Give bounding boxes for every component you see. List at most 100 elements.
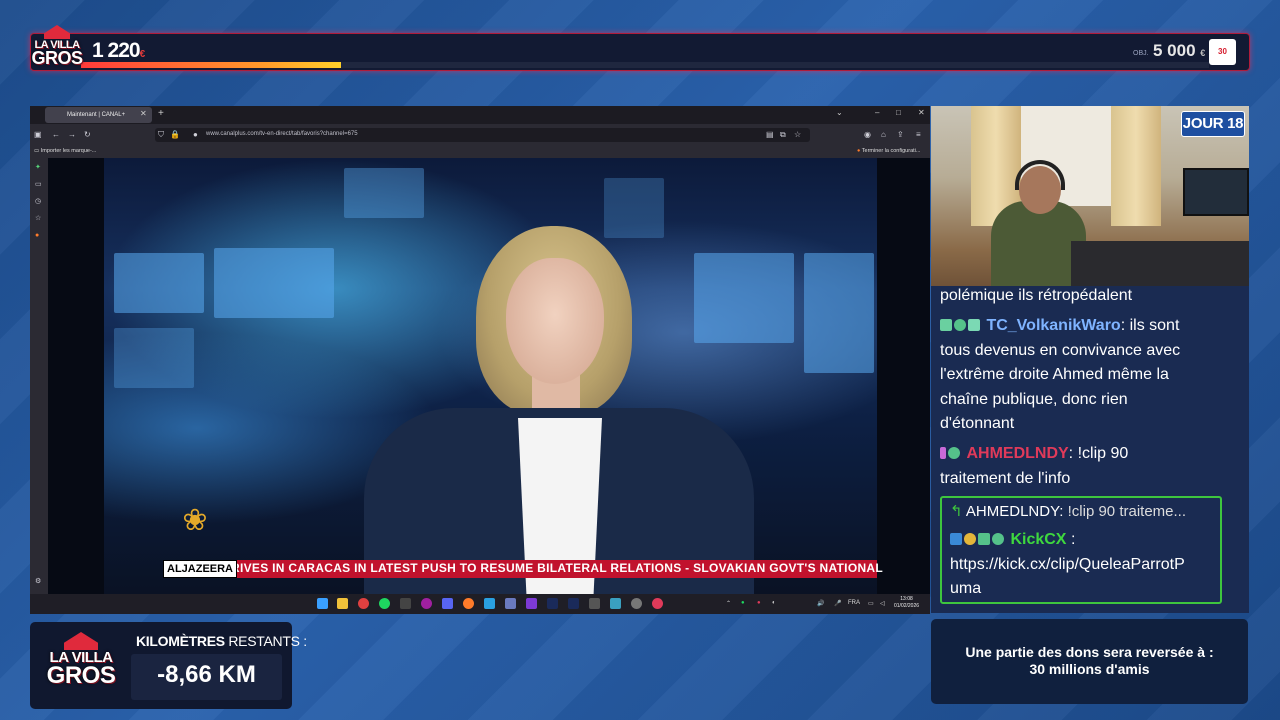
import-icon: ▭ bbox=[34, 148, 40, 154]
settings-icon[interactable] bbox=[631, 598, 642, 609]
back-icon[interactable]: ← bbox=[52, 130, 60, 139]
tab-close-icon[interactable]: ✕ bbox=[140, 109, 147, 118]
shield-icon[interactable]: ⛉ bbox=[158, 130, 164, 140]
url-text[interactable]: www.canalplus.com/tv-en-direct/tab/favor… bbox=[206, 131, 358, 137]
app-icon[interactable] bbox=[400, 598, 411, 609]
chat-line: polémique ils rétropédalent bbox=[940, 287, 1133, 304]
donation-text: Une partie des dons sera reversée à :30 … bbox=[965, 644, 1214, 677]
discord-icon[interactable] bbox=[442, 598, 453, 609]
house-icon bbox=[44, 25, 70, 39]
close-window-button[interactable]: ✕ bbox=[918, 108, 925, 117]
extensions-icon[interactable]: ⌂ bbox=[881, 130, 886, 139]
maps-icon[interactable] bbox=[652, 598, 663, 609]
gift-badge-icon bbox=[968, 319, 980, 331]
share-icon[interactable]: ⇪ bbox=[897, 130, 904, 139]
tray-pin-icon[interactable]: ● bbox=[757, 600, 761, 606]
tab-canalplus[interactable]: Maintenant | CANAL+ bbox=[45, 107, 152, 123]
spotify-icon[interactable] bbox=[379, 598, 390, 609]
firefox-taskbar-icon[interactable] bbox=[463, 598, 474, 609]
bookmark-import[interactable]: ▭ Importer les marque-... bbox=[34, 148, 96, 154]
account-icon[interactable]: ◉ bbox=[864, 130, 871, 139]
browser-icon[interactable] bbox=[484, 598, 495, 609]
villa-logo: LA VILLA GROS bbox=[46, 632, 116, 688]
bookmark-setup[interactable]: ● Terminer la configurati... bbox=[857, 148, 920, 154]
clip-link[interactable]: https://kick.cx/clip/QueleaParrotP bbox=[950, 552, 1185, 577]
clip-link-cont[interactable]: uma bbox=[950, 576, 981, 601]
tab-list-icon[interactable]: ⌄ bbox=[836, 108, 843, 117]
chat-message: TC_VolkanikWaro: ils sont bbox=[940, 313, 1179, 338]
tray-chevron-icon[interactable]: ⌃ bbox=[726, 600, 731, 607]
verified-badge-icon bbox=[948, 447, 960, 459]
chat-line: traitement de l'info bbox=[940, 470, 1071, 487]
menu-icon[interactable]: ≡ bbox=[916, 130, 921, 139]
chat-panel: polémique ils rétropédalent TC_VolkanikW… bbox=[931, 286, 1249, 613]
tray-steam-icon[interactable]: ◐ bbox=[772, 600, 776, 606]
new-tab-button[interactable]: + bbox=[158, 108, 164, 119]
chat-line: l'extrême droite Ahmed même la bbox=[940, 366, 1169, 383]
verified-badge-icon bbox=[954, 319, 966, 331]
donation-amount: 1 220€ bbox=[92, 39, 145, 62]
forward-icon[interactable]: → bbox=[68, 130, 76, 139]
tray-spotify-icon[interactable]: ● bbox=[741, 600, 745, 606]
bookmark-star-icon[interactable]: ☆ bbox=[794, 130, 801, 139]
chat-line: d'étonnant bbox=[940, 415, 1015, 432]
donation-progress-bar bbox=[30, 33, 1250, 71]
coin-badge-icon bbox=[964, 533, 976, 545]
synced-tabs-icon[interactable]: ▭ bbox=[35, 181, 43, 189]
windows-start-icon[interactable] bbox=[317, 598, 328, 609]
volume-icon[interactable]: 🔊 bbox=[817, 600, 824, 607]
extension-icon[interactable]: ● bbox=[35, 232, 43, 240]
photoshop-icon[interactable] bbox=[568, 598, 579, 609]
bot-badge-icon bbox=[978, 533, 990, 545]
reply-header: ↰ AHMEDLNDY: !clip 90 traiteme... bbox=[950, 503, 1187, 520]
chat-username[interactable]: TC_VolkanikWaro bbox=[986, 317, 1120, 334]
obs-icon[interactable] bbox=[421, 598, 432, 609]
site-favicon-icon: ● bbox=[193, 130, 198, 139]
video-player[interactable]: ❀ RIVES IN CARACAS IN LATEST PUSH TO RES… bbox=[48, 158, 930, 594]
verified-badge-icon bbox=[992, 533, 1004, 545]
bookmarks-icon[interactable]: ☆ bbox=[35, 215, 43, 223]
speaker-icon[interactable]: ◁ bbox=[880, 600, 885, 607]
app3-icon[interactable] bbox=[526, 598, 537, 609]
customize-icon[interactable]: ⚙ bbox=[35, 578, 43, 586]
maximize-button[interactable]: □ bbox=[896, 108, 901, 117]
reader-icon[interactable]: ▤ bbox=[766, 130, 774, 139]
firefox-icon: ● bbox=[857, 148, 861, 154]
house-icon bbox=[64, 632, 98, 650]
taskbar-clock[interactable]: 13:08 01/02/2026 bbox=[894, 596, 919, 610]
villa-logo: LA VILLA GROS bbox=[30, 25, 84, 68]
sidebar-toggle-icon[interactable]: ▣ bbox=[34, 130, 42, 139]
goal-amount: 5 000 € bbox=[1153, 41, 1206, 60]
chat-line: tous devenus en convivance avec bbox=[940, 342, 1181, 359]
app5-icon[interactable] bbox=[610, 598, 621, 609]
premiere-icon[interactable] bbox=[547, 598, 558, 609]
tab-bar bbox=[30, 106, 930, 124]
minimize-button[interactable]: – bbox=[875, 108, 879, 117]
chat-line: chaîne publique, donc rien bbox=[940, 391, 1128, 408]
partner-badge-icon: 30 bbox=[1209, 39, 1236, 65]
chat-username[interactable]: KickCX bbox=[1010, 531, 1066, 548]
goal-label: OBJ. bbox=[1133, 50, 1149, 57]
app2-icon[interactable] bbox=[505, 598, 516, 609]
ai-sparkle-icon[interactable]: ✦ bbox=[35, 164, 43, 172]
km-value: -8,66 KM bbox=[157, 661, 256, 688]
mic-icon[interactable]: 🎤 bbox=[834, 600, 841, 607]
file-explorer-icon[interactable] bbox=[337, 598, 348, 609]
chat-username[interactable]: AHMEDLNDY bbox=[966, 445, 1068, 462]
network-icon[interactable]: ▭ bbox=[868, 600, 874, 607]
app4-icon[interactable] bbox=[589, 598, 600, 609]
windows-taskbar bbox=[30, 594, 930, 614]
lock-icon: 🔒 bbox=[170, 130, 180, 139]
ticker-text: RIVES IN CARACAS IN LATEST PUSH TO RESUM… bbox=[231, 561, 884, 575]
reload-icon[interactable]: ↻ bbox=[84, 130, 91, 139]
highlighted-message: ↰ AHMEDLNDY: !clip 90 traiteme... KickCX… bbox=[940, 496, 1222, 604]
browser-sidebar bbox=[30, 158, 48, 594]
chrome-icon[interactable] bbox=[358, 598, 369, 609]
language-indicator[interactable]: FRA bbox=[848, 600, 860, 606]
screenshot-icon[interactable]: ⧉ bbox=[780, 130, 786, 140]
bookmarks-bar bbox=[30, 146, 930, 158]
aljazeera-logo-icon: ❀ bbox=[182, 504, 208, 537]
ticker-brand: ALJAZEERA bbox=[163, 560, 238, 578]
history-icon[interactable]: ◷ bbox=[35, 198, 43, 206]
browser-window: Maintenant | CANAL+ ✕ + ⌄ – □ ✕ ▣ ← → ↻ … bbox=[30, 106, 930, 614]
